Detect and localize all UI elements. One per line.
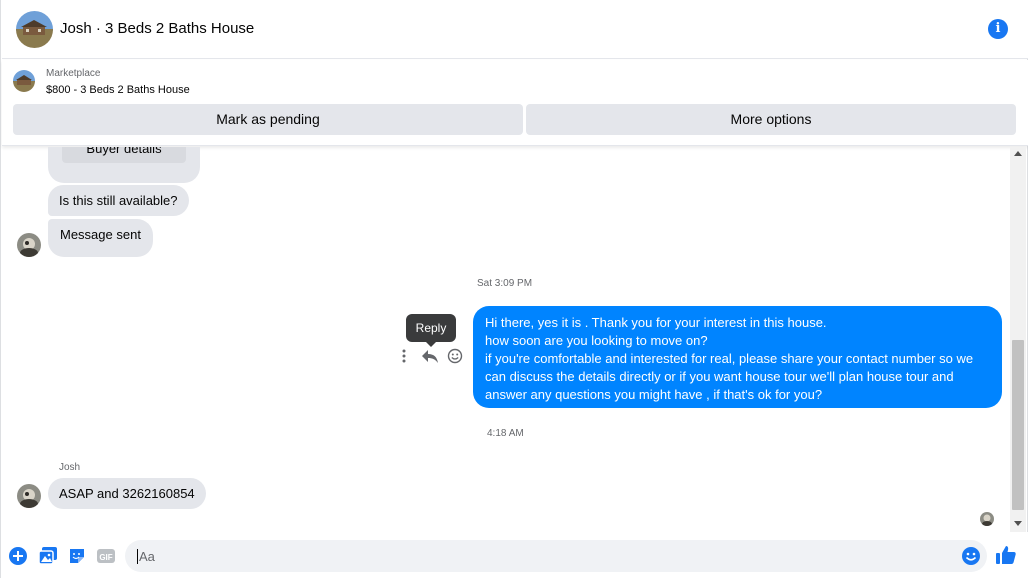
- photo-icon[interactable]: [38, 547, 57, 565]
- more-options-button[interactable]: More options: [526, 104, 1016, 135]
- reply-tooltip: Reply: [406, 314, 456, 347]
- message-line: answer any questions you might have , if…: [485, 387, 823, 402]
- scroll-up-arrow-icon[interactable]: [1014, 151, 1022, 156]
- marketplace-listing-bar: Marketplace $800 - 3 Beds 2 Baths House …: [2, 60, 1028, 146]
- incoming-message-bubble[interactable]: Is this still available?: [48, 185, 189, 216]
- marketplace-label: Marketplace: [46, 68, 101, 79]
- info-icon[interactable]: i: [988, 19, 1008, 39]
- listing-title[interactable]: $800 - 3 Beds 2 Baths House: [46, 84, 190, 96]
- mark-as-pending-button[interactable]: Mark as pending: [13, 104, 523, 135]
- conversation-scrollbar[interactable]: [1010, 147, 1026, 532]
- message-composer: GIF Aa: [2, 532, 1028, 578]
- message-timestamp: Sat 3:09 PM: [477, 278, 533, 289]
- buyer-details-button[interactable]: Buyer details: [62, 147, 186, 163]
- gif-label: GIF: [99, 553, 112, 562]
- message-line: can discuss the details directly or if y…: [485, 369, 954, 384]
- react-icon[interactable]: [446, 348, 464, 364]
- message-timestamp: 4:18 AM: [487, 428, 524, 439]
- conversation-header: Josh · 3 Beds 2 Baths House i: [2, 0, 1028, 59]
- scrollbar-thumb[interactable]: [1012, 340, 1024, 510]
- conversation-title: Josh · 3 Beds 2 Baths House: [60, 20, 255, 37]
- emoji-icon[interactable]: [961, 546, 981, 566]
- messenger-window: Josh · 3 Beds 2 Baths House i Marketplac…: [0, 0, 1028, 578]
- more-actions-icon[interactable]: [400, 348, 408, 364]
- house-avatar[interactable]: [16, 11, 53, 48]
- gif-icon[interactable]: GIF: [97, 547, 115, 565]
- incoming-message-bubble[interactable]: Message sent: [48, 219, 153, 257]
- incoming-message-bubble[interactable]: ASAP and 3262160854: [48, 478, 206, 509]
- message-list[interactable]: Buyer details Is this still available? M…: [2, 147, 1010, 532]
- plus-icon[interactable]: [9, 547, 27, 565]
- sticker-icon[interactable]: [68, 547, 86, 565]
- thumbs-up-icon[interactable]: [995, 544, 1017, 566]
- seen-receipt-avatar: [980, 512, 994, 526]
- sender-name: Josh: [59, 462, 81, 473]
- message-input[interactable]: Aa: [125, 540, 987, 572]
- outgoing-message-bubble[interactable]: Hi there, yes it is . Thank you for your…: [473, 306, 1002, 408]
- listing-thumbnail[interactable]: [13, 70, 35, 92]
- reply-icon[interactable]: [421, 348, 439, 364]
- message-line: Hi there, yes it is . Thank you for your…: [485, 315, 827, 330]
- message-input-placeholder: Aa: [137, 549, 155, 564]
- josh-avatar[interactable]: [17, 233, 41, 257]
- josh-avatar[interactable]: [17, 484, 41, 508]
- scroll-down-arrow-icon[interactable]: [1014, 521, 1022, 526]
- message-line: how soon are you looking to move on?: [485, 333, 708, 348]
- buyer-details-card: Buyer details: [48, 147, 200, 183]
- message-line: if you're comfortable and interested for…: [485, 351, 974, 366]
